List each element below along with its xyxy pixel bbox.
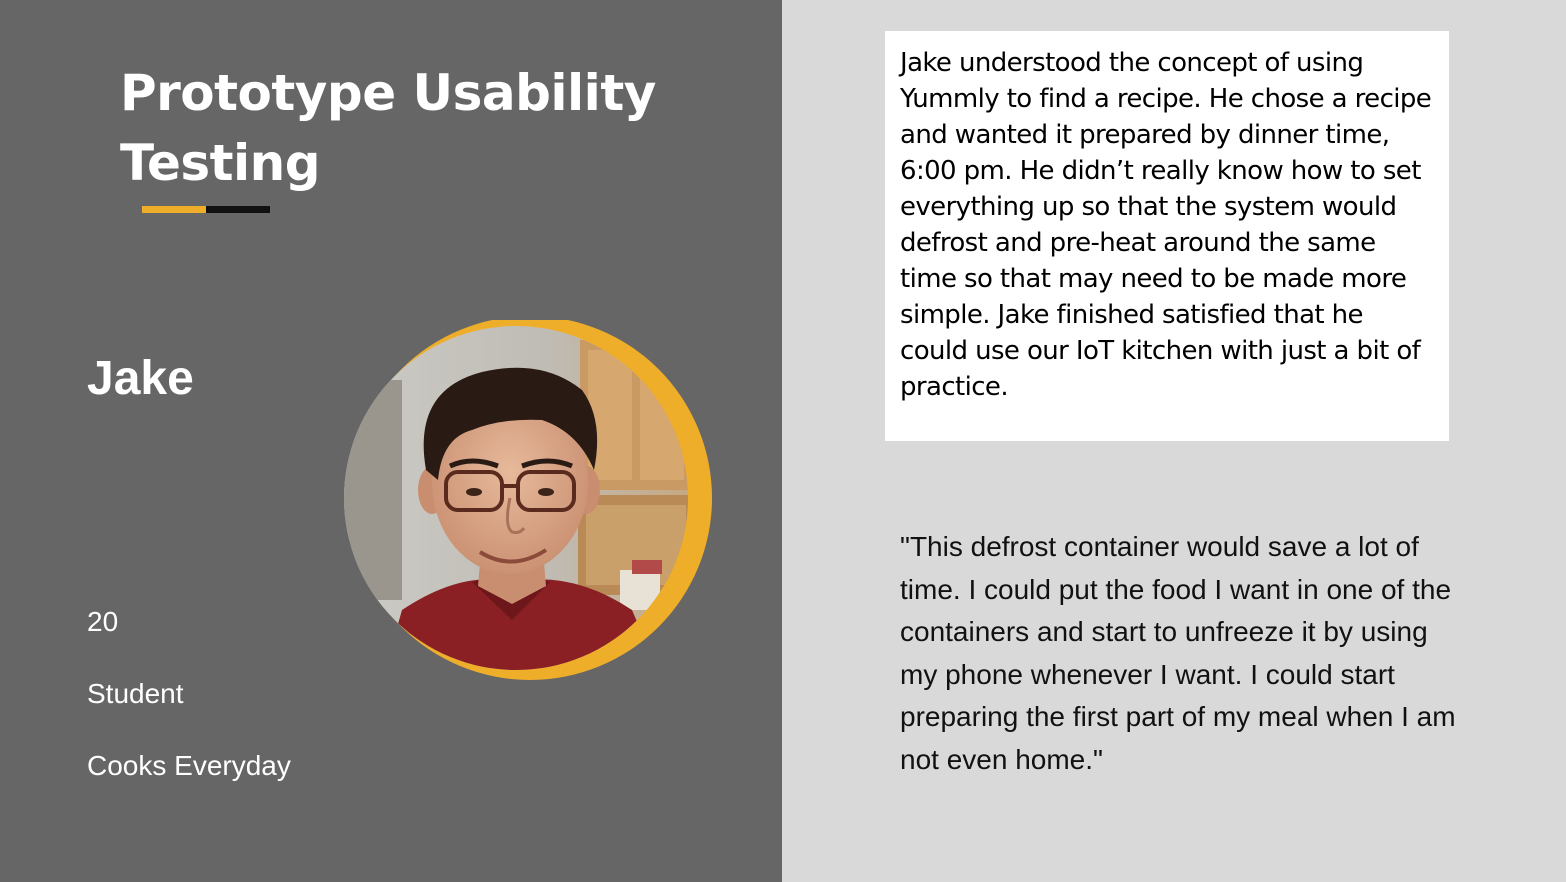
persona-occupation: Student — [87, 678, 184, 709]
left-panel: Prototype Usability Testing Jake 20 Stud… — [0, 0, 782, 882]
accent-yellow-segment — [142, 206, 206, 213]
persona-quote: "This defrost container would save a lot… — [900, 531, 1456, 775]
title-accent-bar — [142, 206, 270, 213]
slide-title: Prototype Usability Testing — [120, 64, 656, 192]
summary-card: Jake understood the concept of using Yum… — [885, 31, 1449, 441]
accent-black-segment — [206, 206, 270, 213]
persona-portrait — [344, 320, 712, 680]
summary-text: Jake understood the concept of using Yum… — [900, 48, 1432, 402]
persona-age: 20 — [87, 606, 119, 637]
persona-habit: Cooks Everyday — [87, 750, 291, 781]
persona-name: Jake — [87, 352, 194, 405]
